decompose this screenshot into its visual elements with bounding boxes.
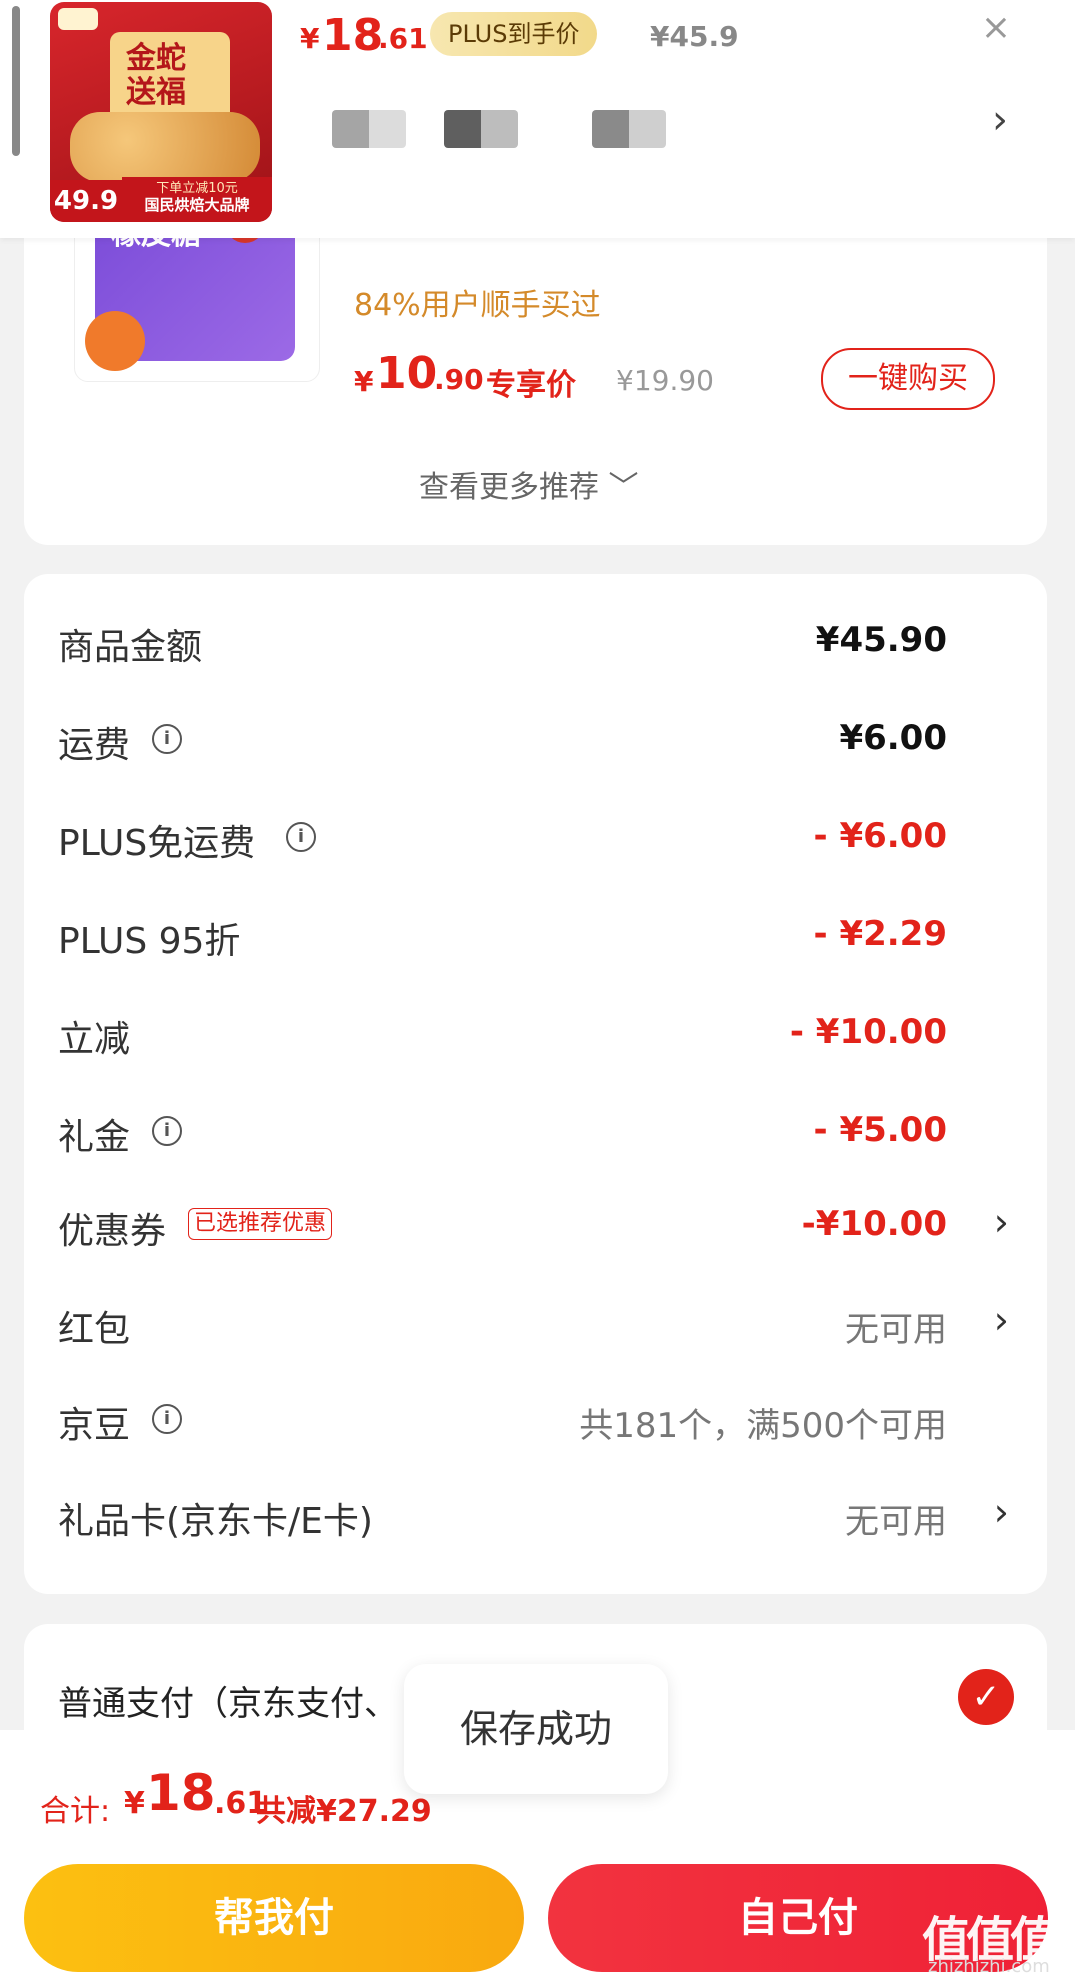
reco-price-integer: 10	[376, 348, 438, 399]
recommendation-card: 橡皮糖 84%用户顺手买过 ¥ 10 .90 专享价 ¥19.90 一键购买 查…	[24, 200, 1047, 545]
spec-option-1[interactable]	[332, 110, 406, 148]
row-label: 优惠券	[58, 1211, 167, 1252]
row-value: -¥10.00	[801, 1204, 947, 1244]
price-decimal: .61	[378, 22, 428, 55]
row-plus-free-shipping: PLUS免运费 i - ¥6.00	[24, 790, 1047, 886]
info-icon[interactable]: i	[152, 1116, 182, 1146]
row-label: 立减	[58, 1019, 131, 1060]
row-value: ¥6.00	[839, 718, 947, 758]
price-symbol: ¥	[300, 22, 320, 55]
row-gift-card[interactable]: 礼品卡(京东卡/E卡) 无可用 ›	[24, 1468, 1047, 1564]
row-label: 京豆	[58, 1405, 131, 1446]
payment-method-label: 普通支付（京东支付、	[58, 1684, 398, 1724]
reco-price-symbol: ¥	[354, 365, 374, 398]
scroll-indicator[interactable]	[12, 6, 20, 156]
row-label: PLUS免运费	[58, 823, 256, 864]
chevron-right-icon[interactable]: ›	[994, 1490, 1009, 1534]
chevron-right-icon[interactable]: ›	[994, 1298, 1009, 1342]
row-coupon[interactable]: 优惠券 已选推荐优惠 -¥10.00 ›	[24, 1178, 1047, 1274]
total-saved: 共减¥27.29	[256, 1794, 432, 1829]
row-value: ¥45.90	[815, 620, 947, 660]
chevron-right-icon[interactable]: ›	[992, 100, 1008, 140]
spec-option-2[interactable]	[444, 110, 518, 148]
spec-option-3[interactable]	[592, 110, 666, 148]
row-plus-discount: PLUS 95折 - ¥2.29	[24, 888, 1047, 984]
help-me-pay-button[interactable]: 帮我付	[24, 1864, 524, 1972]
product-thumbnail[interactable]: 金蛇送福 49.9 下单立减10元 国民烘焙大品牌	[50, 2, 272, 222]
reco-original-price: ¥19.90	[616, 364, 714, 397]
row-label: PLUS 95折	[58, 921, 241, 962]
watermark-url: zhizhizhi.com	[928, 1956, 1050, 1977]
thumb-banner-line2: 国民烘焙大品牌	[144, 196, 250, 214]
exclusive-price-label: 专享价	[486, 368, 576, 403]
row-value: - ¥5.00	[813, 1110, 948, 1150]
row-label: 运费	[58, 725, 131, 766]
save-success-toast: 保存成功	[404, 1664, 668, 1794]
one-click-buy-button[interactable]: 一键购买	[821, 348, 995, 410]
close-icon[interactable]: ×	[978, 10, 1014, 46]
row-value: 共181个，满500个可用	[579, 1406, 947, 1446]
row-label: 礼品卡(京东卡/E卡)	[58, 1501, 373, 1542]
total-label: 合计:	[40, 1794, 111, 1829]
row-value: - ¥6.00	[813, 816, 948, 856]
row-value: 无可用	[845, 1310, 947, 1350]
info-icon[interactable]: i	[152, 1404, 182, 1434]
price-integer: 18	[322, 10, 384, 61]
product-header: 金蛇送福 49.9 下单立减10元 国民烘焙大品牌 ¥ 18 .61 PLUS到…	[0, 0, 1075, 238]
row-value: - ¥2.29	[813, 914, 948, 954]
reco-thumb-fruit-orange	[85, 311, 145, 371]
row-gift-money: 礼金 i - ¥5.00	[24, 1084, 1047, 1180]
row-red-packet[interactable]: 红包 无可用 ›	[24, 1276, 1047, 1372]
info-icon[interactable]: i	[286, 822, 316, 852]
row-label: 商品金额	[58, 627, 203, 668]
reco-price-decimal: .90	[434, 363, 484, 396]
plus-price-badge: PLUS到手价	[430, 12, 598, 56]
thumb-banner: 下单立减10元 国民烘焙大品牌	[122, 177, 272, 222]
brand-logo	[58, 8, 98, 30]
thumb-biscuits	[70, 112, 260, 182]
thumb-price-badge: 49.9	[50, 180, 122, 222]
info-icon[interactable]: i	[152, 724, 182, 754]
original-price: ¥45.9	[650, 20, 739, 53]
row-instant-discount: 立减 - ¥10.00	[24, 986, 1047, 1082]
chevron-right-icon[interactable]: ›	[994, 1200, 1009, 1244]
total-symbol: ¥	[124, 1786, 145, 1821]
row-value: 无可用	[845, 1502, 947, 1542]
buyers-percentage: 84%用户顺手买过	[354, 288, 601, 323]
thumb-banner-line1: 下单立减10元	[156, 181, 238, 196]
coupon-recommended-badge: 已选推荐优惠	[188, 1208, 333, 1240]
total-integer: 18	[146, 1764, 216, 1822]
row-value: - ¥10.00	[789, 1012, 947, 1052]
row-goods-amount: 商品金额 ¥45.90	[24, 594, 1047, 690]
row-jd-beans: 京豆 i 共181个，满500个可用	[24, 1372, 1047, 1468]
row-label: 红包	[58, 1309, 131, 1350]
thumb-panel-text: 金蛇送福	[126, 41, 186, 110]
check-icon[interactable]: ✓	[958, 1669, 1014, 1725]
price-summary-card: 商品金额 ¥45.90 运费 i ¥6.00 PLUS免运费 i - ¥6.00…	[24, 574, 1047, 1594]
row-label: 礼金	[58, 1117, 131, 1158]
row-shipping: 运费 i ¥6.00	[24, 692, 1047, 788]
see-more-recommendations[interactable]: 查看更多推荐 ﹀	[419, 462, 639, 506]
